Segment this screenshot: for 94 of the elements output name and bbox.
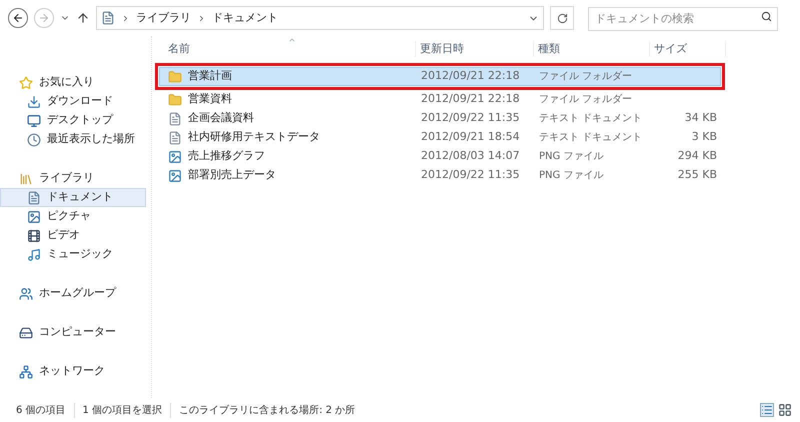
date-cell-text: 2012/08/03 14:07 <box>420 148 521 164</box>
forward-arrow-icon <box>38 12 50 24</box>
type-cell-text: PNG ファイル <box>538 169 604 183</box>
file-name: 企画会議資料 <box>188 110 254 126</box>
chevron-icon <box>197 14 206 22</box>
nav-label: ダウンロード <box>47 93 113 110</box>
refresh-button[interactable] <box>550 6 574 30</box>
chevron-icon <box>121 14 130 22</box>
address-bar[interactable]: ライブラリ ドキュメント <box>96 6 544 30</box>
file-row[interactable]: 企画会議資料 2012/09/22 11:35 テキスト ドキュメント 34 KB <box>159 109 721 128</box>
file-row[interactable]: 部署別売上データ 2012/09/22 11:35 PNG ファイル 255 KB <box>159 166 721 185</box>
size-cell-text: 294 KB <box>678 148 717 164</box>
folder-icon <box>168 70 182 84</box>
date-cell-text: 2012/09/21 22:18 <box>420 68 521 84</box>
size-cell-text: 255 KB <box>678 167 717 184</box>
nav-item[interactable]: デスクトップ <box>0 111 146 130</box>
nav-item[interactable]: 最近表示した場所 <box>0 130 146 149</box>
document-icon <box>168 130 182 144</box>
people-icon <box>19 286 33 300</box>
nav-label: ホームグループ <box>39 285 116 302</box>
breadcrumb-item[interactable]: ドキュメント <box>212 10 278 26</box>
nav-label: ビデオ <box>47 227 80 244</box>
nav-item[interactable]: お気に入り <box>0 73 146 92</box>
nav-label: お気に入り <box>39 74 94 90</box>
large-icons-view-icon[interactable] <box>778 403 792 417</box>
back-button[interactable] <box>8 8 28 28</box>
clock-icon <box>27 132 41 146</box>
size-cell-text: 34 KB <box>684 110 717 126</box>
column-header[interactable]: 更新日時 <box>416 40 534 58</box>
file-name: 部署別売上データ <box>188 167 276 184</box>
file-row[interactable]: 営業資料 2012/09/21 22:18 ファイル フォルダー <box>159 90 721 109</box>
file-name: 営業計画 <box>188 68 232 84</box>
date-cell-text: 2012/09/21 22:18 <box>420 91 521 108</box>
file-name: 売上推移グラフ <box>188 148 265 164</box>
film-icon <box>27 228 41 242</box>
star-icon <box>19 76 33 90</box>
document-icon <box>27 190 41 204</box>
type-cell-text: テキスト ドキュメント <box>538 112 644 126</box>
image-file-icon <box>168 168 182 182</box>
up-icon[interactable] <box>76 11 90 25</box>
nav-label: ピクチャ <box>47 208 91 224</box>
music-note-icon <box>27 248 41 262</box>
nav-label: ミュージック <box>47 246 113 262</box>
file-row[interactable]: 社内研修用テキストデータ 2012/09/21 18:54 テキスト ドキュメント 3 KB <box>159 128 721 147</box>
type-cell-text: ファイル フォルダー <box>538 93 634 107</box>
nav-label: デスクトップ <box>47 112 113 128</box>
nav-item[interactable]: ドキュメント <box>0 188 146 207</box>
nav-label: 最近表示した場所 <box>47 131 135 148</box>
library-icon <box>19 172 33 186</box>
column-header[interactable]: サイズ <box>650 40 726 58</box>
folder-icon <box>168 92 182 106</box>
breadcrumb-item[interactable]: ライブラリ <box>136 10 191 26</box>
refresh-icon <box>556 12 568 24</box>
nav-item[interactable]: ミュージック <box>0 245 146 264</box>
file-row[interactable]: 営業計画 2012/09/21 22:18 ファイル フォルダー <box>159 67 721 86</box>
picture-icon <box>27 210 41 224</box>
document-icon <box>168 112 182 126</box>
date-cell-text: 2012/09/22 11:35 <box>420 110 521 126</box>
document-icon <box>101 11 115 25</box>
nav-label: ドキュメント <box>47 189 113 206</box>
search-icon[interactable] <box>761 11 772 22</box>
nav-label: ネットワーク <box>39 363 105 380</box>
network-icon <box>19 364 33 378</box>
type-cell-text: PNG ファイル <box>538 150 604 164</box>
computer-icon <box>19 326 33 340</box>
date-cell-text: 2012/09/21 18:54 <box>420 129 521 146</box>
file-row[interactable]: 売上推移グラフ 2012/08/03 14:07 PNG ファイル 294 KB <box>159 147 721 166</box>
nav-item[interactable]: ライブラリ <box>0 169 146 188</box>
column-header[interactable]: 名前 <box>158 40 416 58</box>
download-icon <box>27 94 41 108</box>
file-name: 社内研修用テキストデータ <box>188 129 320 146</box>
status-text: 1 個の項目を選択 <box>74 402 172 418</box>
monitor-icon <box>27 114 41 128</box>
nav-item[interactable]: ビデオ <box>0 226 146 245</box>
status-text: 6 個の項目 <box>8 402 75 418</box>
search-field[interactable]: ドキュメントの検索 <box>588 6 778 31</box>
details-view-icon[interactable] <box>760 403 774 417</box>
nav-item[interactable]: ホームグループ <box>0 284 146 303</box>
image-file-icon <box>168 150 182 164</box>
nav-item[interactable]: ネットワーク <box>0 362 146 381</box>
status-text: このライブラリに含まれる場所: 2 か所 <box>178 404 356 418</box>
type-cell-text: ファイル フォルダー <box>538 70 634 84</box>
file-name: 営業資料 <box>188 91 232 108</box>
sort-indicator-icon <box>288 36 296 44</box>
type-cell-text: テキスト ドキュメント <box>538 131 644 145</box>
back-arrow-icon <box>12 12 24 24</box>
size-cell-text: 3 KB <box>692 129 717 146</box>
nav-label: コンピューター <box>39 324 116 340</box>
column-header[interactable]: 種類 <box>534 40 650 58</box>
date-cell-text: 2012/09/22 11:35 <box>420 167 521 184</box>
nav-item[interactable]: ピクチャ <box>0 207 146 226</box>
nav-label: ライブラリ <box>39 170 94 186</box>
nav-item[interactable]: ダウンロード <box>0 92 146 111</box>
nav-item[interactable]: コンピューター <box>0 323 146 342</box>
